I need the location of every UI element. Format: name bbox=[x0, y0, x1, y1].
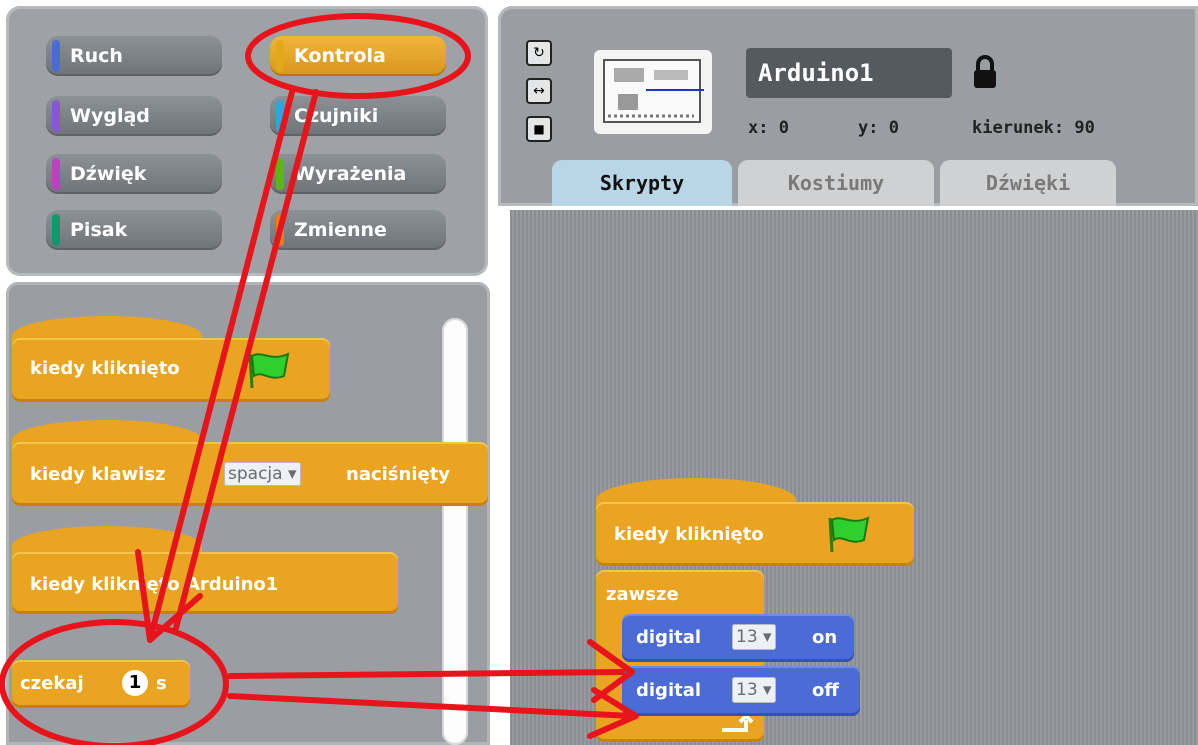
category-label: Ruch bbox=[70, 45, 123, 67]
loop-arrow-icon bbox=[722, 714, 754, 732]
tab-skrypty[interactable]: Skrypty bbox=[552, 160, 732, 206]
left-right-icon[interactable]: ↔ bbox=[526, 78, 552, 104]
category-color-bar bbox=[276, 158, 284, 190]
rotate-icon[interactable]: ↻ bbox=[526, 40, 552, 66]
lock-icon[interactable] bbox=[970, 54, 1000, 90]
category-label: Wyrażenia bbox=[294, 163, 407, 185]
no-rotate-icon[interactable]: ■ bbox=[526, 116, 552, 142]
x-coordinate: x: 0 bbox=[748, 118, 789, 138]
category-wyrazenia[interactable]: Wyrażenia bbox=[270, 154, 446, 194]
dropdown-value: 13 bbox=[736, 627, 758, 647]
state-label: on bbox=[812, 627, 838, 648]
category-panel: Ruch Kontrola Wygląd Czujniki Dźwięk Wyr… bbox=[6, 6, 488, 276]
arduino-board-icon bbox=[603, 59, 704, 123]
category-wyglad[interactable]: Wygląd bbox=[46, 96, 222, 136]
green-flag-icon bbox=[828, 516, 870, 553]
category-label: Pisak bbox=[70, 219, 128, 241]
wait-block[interactable]: czekaj 1 s bbox=[12, 660, 190, 708]
block-label: kiedy kliknięto Arduino1 bbox=[30, 574, 279, 595]
block-label: digital bbox=[636, 627, 702, 648]
key-dropdown[interactable]: spacja ▾ bbox=[224, 462, 301, 486]
block-label: kiedy kliknięto bbox=[614, 524, 764, 545]
state-label: off bbox=[812, 680, 839, 701]
script-when-flag-clicked-block[interactable]: kiedy kliknięto bbox=[596, 502, 914, 566]
category-color-bar bbox=[52, 100, 60, 132]
wait-seconds-input[interactable]: 1 bbox=[122, 670, 148, 696]
block-label: kiedy kliknięto bbox=[30, 358, 180, 379]
category-color-bar bbox=[52, 158, 60, 190]
direction-readout: kierunek: 90 bbox=[972, 118, 1095, 138]
block-label: kiedy klawisz bbox=[30, 464, 166, 485]
category-color-bar bbox=[276, 214, 284, 246]
block-label: czekaj bbox=[20, 673, 84, 694]
category-kontrola[interactable]: Kontrola bbox=[270, 36, 446, 76]
tab-dzwieki[interactable]: Dźwięki bbox=[940, 160, 1116, 206]
when-flag-clicked-block[interactable]: kiedy kliknięto bbox=[12, 338, 330, 402]
tab-kostiumy[interactable]: Kostiumy bbox=[738, 160, 934, 206]
sprite-thumbnail[interactable] bbox=[594, 50, 712, 134]
category-label: Zmienne bbox=[294, 219, 387, 241]
dropdown-value: 13 bbox=[736, 680, 758, 700]
category-label: Dźwięk bbox=[70, 163, 147, 185]
when-key-pressed-block[interactable]: kiedy klawisz spacja ▾ naciśnięty bbox=[12, 442, 488, 506]
category-label: Czujniki bbox=[294, 105, 379, 127]
category-label: Kontrola bbox=[294, 45, 386, 67]
block-label: digital bbox=[636, 680, 702, 701]
palette-scrollbar[interactable] bbox=[442, 318, 468, 745]
sprite-name-field[interactable]: Arduino1 bbox=[746, 48, 952, 98]
category-zmienne[interactable]: Zmienne bbox=[270, 210, 446, 250]
category-ruch[interactable]: Ruch bbox=[46, 36, 222, 76]
green-flag-icon bbox=[248, 352, 290, 389]
block-label: naciśnięty bbox=[346, 464, 451, 485]
pin-dropdown[interactable]: 13 ▾ bbox=[732, 677, 776, 703]
block-label: s bbox=[156, 673, 167, 694]
digital-off-block[interactable]: digital 13 ▾ off bbox=[622, 666, 860, 716]
block-label: zawsze bbox=[606, 584, 679, 605]
category-color-bar bbox=[52, 40, 60, 72]
category-dzwiek[interactable]: Dźwięk bbox=[46, 154, 222, 194]
category-czujniki[interactable]: Czujniki bbox=[270, 96, 446, 136]
pin-dropdown[interactable]: 13 ▾ bbox=[732, 624, 776, 650]
when-sprite-clicked-block[interactable]: kiedy kliknięto Arduino1 bbox=[12, 552, 398, 614]
category-color-bar bbox=[276, 100, 284, 132]
category-color-bar bbox=[52, 214, 60, 246]
category-pisak[interactable]: Pisak bbox=[46, 210, 222, 250]
dropdown-value: spacja bbox=[228, 464, 283, 484]
y-coordinate: y: 0 bbox=[858, 118, 899, 138]
digital-on-block[interactable]: digital 13 ▾ on bbox=[622, 614, 854, 662]
category-label: Wygląd bbox=[70, 105, 150, 127]
category-color-bar bbox=[276, 40, 284, 72]
